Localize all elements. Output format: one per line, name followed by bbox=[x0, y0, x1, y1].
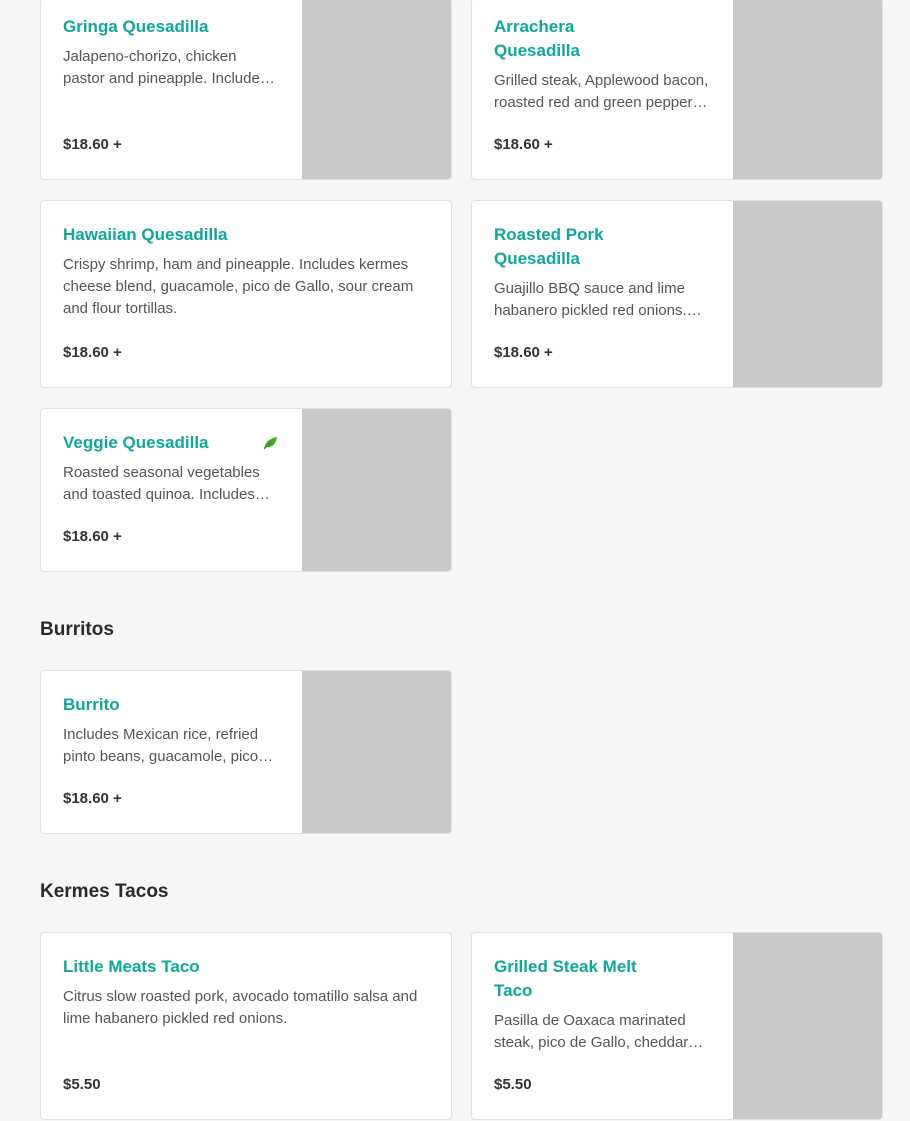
menu-item-description: Jalapeno-chorizo, chicken pastor and pin… bbox=[63, 48, 268, 87]
menu-item-price: $18.60 + bbox=[63, 528, 122, 545]
menu-item-card[interactable]: Little Meats Taco Citrus slow roasted po… bbox=[40, 932, 452, 1120]
menu-item-card[interactable]: Grilled Steak Melt Taco Pasilla de Oaxac… bbox=[471, 932, 883, 1120]
menu-item-price: $18.60 + bbox=[494, 136, 553, 153]
menu-item-name: Veggie Quesadilla bbox=[63, 433, 209, 452]
menu-item-price: $18.60 + bbox=[63, 344, 122, 361]
menu-item-card[interactable]: Arrachera Quesadilla Grilled steak, Appl… bbox=[471, 0, 883, 180]
menu-item-name: Arrachera Quesadilla bbox=[494, 17, 580, 60]
menu-item-name: Gringa Quesadilla bbox=[63, 17, 209, 36]
menu-item-name: Burrito bbox=[63, 695, 120, 714]
section-title-burritos: Burritos bbox=[40, 619, 114, 640]
menu-item-description: Includes Mexican rice, refried pinto bea… bbox=[63, 726, 259, 765]
menu-item-price: $5.50 bbox=[494, 1076, 532, 1093]
menu-item-price: $18.60 + bbox=[63, 136, 122, 153]
menu-item-price: $5.50 bbox=[63, 1076, 101, 1093]
menu-item-description: Citrus slow roasted pork, avocado tomati… bbox=[63, 988, 418, 1027]
menu-item-card[interactable]: Veggie Quesadilla Roasted seasonal veget… bbox=[40, 408, 452, 572]
leaf-icon bbox=[263, 437, 277, 450]
menu-item-card[interactable]: Burrito Includes Mexican rice, refried p… bbox=[40, 670, 452, 834]
menu-item-image bbox=[733, 933, 882, 1119]
menu-item-image bbox=[733, 201, 882, 387]
menu-item-description: Guajillo BBQ sauce and lime habanero pic… bbox=[494, 280, 687, 319]
menu-item-price: $18.60 + bbox=[63, 790, 122, 807]
menu-item-name: Hawaiian Quesadilla bbox=[63, 225, 228, 244]
menu-item-image bbox=[733, 0, 882, 179]
menu-item-card[interactable]: Hawaiian Quesadilla Crispy shrimp, ham a… bbox=[40, 200, 452, 388]
menu-item-name: Grilled Steak Melt Taco bbox=[494, 957, 637, 1000]
menu-item-price: $18.60 + bbox=[494, 344, 553, 361]
menu-item-card[interactable]: Gringa Quesadilla Jalapeno-chorizo, chic… bbox=[40, 0, 452, 180]
menu-item-image bbox=[302, 409, 451, 571]
menu-item-image bbox=[302, 671, 451, 833]
menu-item-name: Little Meats Taco bbox=[63, 957, 200, 976]
menu-item-description: Pasilla de Oaxaca marinated steak, pico … bbox=[494, 1012, 689, 1051]
menu-item-description: Crispy shrimp, ham and pineapple. Includ… bbox=[63, 256, 414, 317]
menu-item-image bbox=[302, 0, 451, 179]
menu-item-card[interactable]: Roasted Pork Quesadilla Guajillo BBQ sau… bbox=[471, 200, 883, 388]
menu-item-description: Roasted seasonal vegetables and toasted … bbox=[63, 464, 260, 503]
menu-item-description: Grilled steak, Applewood bacon, roasted … bbox=[494, 72, 709, 111]
menu-item-name: Roasted Pork Quesadilla bbox=[494, 225, 604, 268]
section-title-kermes-tacos: Kermes Tacos bbox=[40, 881, 169, 902]
